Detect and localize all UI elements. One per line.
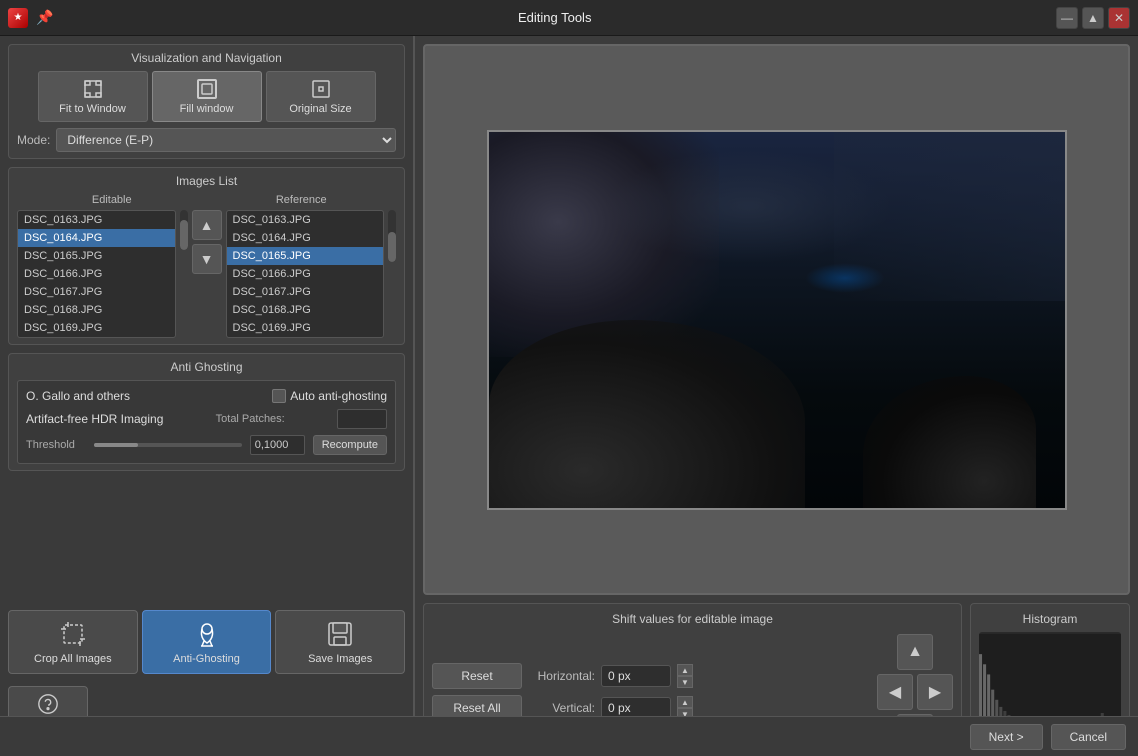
footer-bar: Next > Cancel (0, 716, 1138, 756)
bottom-actions: Crop All Images Anti-Ghosting Sa (8, 610, 405, 674)
next-button[interactable]: Next > (970, 724, 1043, 750)
whats-this-icon (37, 693, 59, 715)
shift-title: Shift values for editable image (432, 612, 953, 626)
cancel-button[interactable]: Cancel (1051, 724, 1126, 750)
fill-window-button[interactable]: Fill window (152, 71, 262, 122)
hdri-label: Artifact-free HDR Imaging (26, 412, 163, 426)
reference-item-0[interactable]: DSC_0163.JPG (227, 211, 384, 229)
anti-ghosting-title: Anti Ghosting (17, 360, 396, 374)
fit-to-window-label: Fit to Window (59, 103, 126, 115)
list-up-button[interactable]: ▲ (192, 210, 222, 240)
histogram-title: Histogram (979, 612, 1121, 626)
list-down-button[interactable]: ▼ (192, 244, 222, 274)
images-list-title: Images List (17, 174, 396, 188)
reset-button[interactable]: Reset (432, 663, 522, 689)
save-images-icon (325, 619, 355, 649)
anti-ghosting-label: Anti-Ghosting (173, 653, 240, 665)
editable-item-0[interactable]: DSC_0163.JPG (18, 211, 175, 229)
original-size-label: Original Size (289, 103, 351, 115)
anti-ghosting-icon (192, 619, 222, 649)
threshold-input[interactable] (250, 435, 305, 455)
save-images-button[interactable]: Save Images (275, 610, 405, 674)
histogram-canvas (979, 632, 1121, 727)
reference-scrollbar[interactable] (388, 210, 396, 262)
left-panel: Visualization and Navigation Fit to Wind… (0, 36, 415, 756)
horizontal-label: Horizontal: (530, 669, 595, 683)
fit-to-window-icon (82, 78, 104, 100)
reference-item-5[interactable]: DSC_0168.JPG (227, 301, 384, 319)
list-nav-controls: ▲ ▼ (192, 210, 222, 274)
pin-icon[interactable]: 📌 (36, 9, 53, 26)
mode-label: Mode: (17, 133, 50, 147)
fit-to-window-button[interactable]: Fit to Window (38, 71, 148, 122)
threshold-slider[interactable] (94, 443, 242, 447)
fill-window-icon (196, 78, 218, 100)
horizontal-down-arrow[interactable]: ▼ (677, 676, 693, 688)
editable-item-1[interactable]: DSC_0164.JPG (18, 229, 175, 247)
image-canvas (487, 130, 1067, 510)
threshold-label: Threshold (26, 439, 86, 451)
minimize-button[interactable]: — (1056, 7, 1078, 29)
auto-ghosting-checkbox[interactable] (272, 389, 286, 403)
crop-all-label: Crop All Images (34, 653, 112, 665)
total-patches-label: Total Patches: (216, 413, 285, 425)
window-title: Editing Tools (53, 10, 1056, 25)
original-size-button[interactable]: Original Size (266, 71, 376, 122)
original-size-icon (310, 78, 332, 100)
reference-item-2[interactable]: DSC_0165.JPG (227, 247, 384, 265)
images-list-section: Images List Editable Reference DSC_0163.… (8, 167, 405, 345)
nav-left-button[interactable]: ◀ (877, 674, 913, 710)
image-preview (423, 44, 1130, 595)
reference-list: DSC_0163.JPG DSC_0164.JPG DSC_0165.JPG D… (226, 210, 385, 338)
provider-label: O. Gallo and others (26, 389, 130, 403)
reference-item-4[interactable]: DSC_0167.JPG (227, 283, 384, 301)
nav-up-button[interactable]: ▲ (897, 634, 933, 670)
close-button[interactable]: ✕ (1108, 7, 1130, 29)
reference-item-1[interactable]: DSC_0164.JPG (227, 229, 384, 247)
editable-scrollbar[interactable] (180, 210, 188, 250)
editable-col-label: Editable (33, 194, 191, 206)
editable-item-5[interactable]: DSC_0168.JPG (18, 301, 175, 319)
crop-all-button[interactable]: Crop All Images (8, 610, 138, 674)
right-panel: Shift values for editable image Reset Re… (415, 36, 1138, 756)
vertical-label: Vertical: (530, 701, 595, 715)
anti-ghosting-button[interactable]: Anti-Ghosting (142, 610, 272, 674)
save-images-label: Save Images (308, 653, 372, 665)
patches-value (337, 409, 387, 429)
editable-item-4[interactable]: DSC_0167.JPG (18, 283, 175, 301)
horizontal-up-arrow[interactable]: ▲ (677, 664, 693, 676)
reference-item-3[interactable]: DSC_0166.JPG (227, 265, 384, 283)
editable-item-2[interactable]: DSC_0165.JPG (18, 247, 175, 265)
visualization-title: Visualization and Navigation (17, 51, 396, 65)
app-icon: ★ (8, 8, 28, 28)
horizontal-spinner: ▲ ▼ (677, 664, 693, 688)
horizontal-input[interactable] (601, 665, 671, 687)
visualization-section: Visualization and Navigation Fit to Wind… (8, 44, 405, 159)
mode-select[interactable]: Difference (E-P) (56, 128, 396, 152)
anti-ghosting-section: Anti Ghosting O. Gallo and others Auto a… (8, 353, 405, 471)
reference-item-6[interactable]: DSC_0169.JPG (227, 319, 384, 337)
fill-window-label: Fill window (180, 103, 234, 115)
crop-all-icon (58, 619, 88, 649)
vertical-up-arrow[interactable]: ▲ (677, 696, 693, 708)
recompute-button[interactable]: Recompute (313, 435, 387, 455)
nav-right-button[interactable]: ▶ (917, 674, 953, 710)
histogram-chart (979, 632, 1121, 727)
editable-list: DSC_0163.JPG DSC_0164.JPG DSC_0165.JPG D… (17, 210, 176, 338)
reference-col-label: Reference (223, 194, 381, 206)
editable-item-3[interactable]: DSC_0166.JPG (18, 265, 175, 283)
maximize-button[interactable]: ▲ (1082, 7, 1104, 29)
auto-ghosting-label: Auto anti-ghosting (290, 389, 387, 403)
title-bar: ★ 📌 Editing Tools — ▲ ✕ (0, 0, 1138, 36)
editable-item-6[interactable]: DSC_0169.JPG (18, 319, 175, 337)
